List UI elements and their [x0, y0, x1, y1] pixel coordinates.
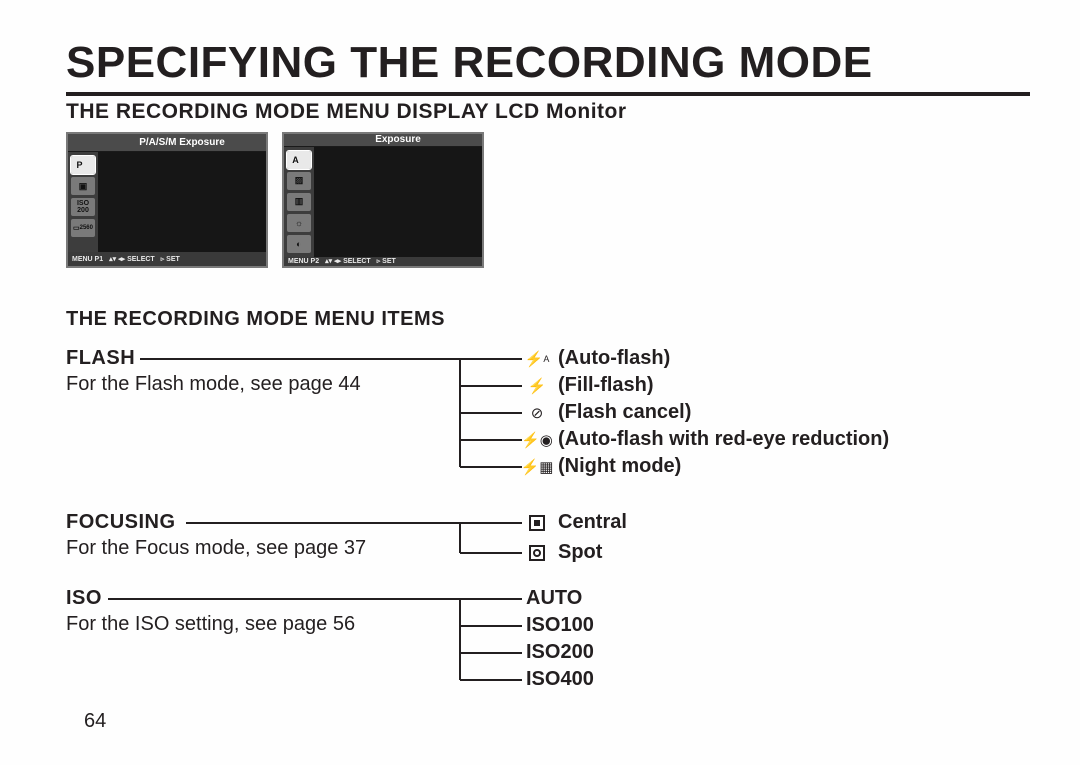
- menu-items-grid: FLASH For the Flash mode, see page 44 ⚡A…: [66, 347, 1030, 697]
- focusing-connector: [186, 523, 530, 563]
- flash-option-auto: ⚡A (Auto-flash): [526, 347, 670, 370]
- section-header-display: THE RECORDING MODE MENU DISPLAY LCD Moni…: [66, 100, 1030, 124]
- lcd2-title: Exposure: [284, 134, 482, 147]
- flash-option-night: ⚡▦ (Night mode): [526, 455, 681, 478]
- lcd2-sidebar: A ▨ ▥ ☼ ◐: [284, 147, 314, 257]
- lcd-row: P/A/S/M Exposure P ▣ ISO200 ▭2560 MENU P…: [66, 132, 1030, 268]
- lcd2-footer: MENU P2 ▴▾ ◂▸ SELECT ▹ SET: [284, 257, 482, 266]
- flash-night-icon: ⚡▦: [526, 457, 548, 477]
- lcd2-bright-icon: ☼: [287, 214, 311, 232]
- focus-spot-icon: [526, 543, 548, 563]
- lcd2-contrast-icon: ◐: [287, 235, 311, 253]
- flash-option-cancel: ⊘ (Flash cancel): [526, 401, 691, 424]
- flash-label: FLASH: [66, 347, 135, 370]
- lcd1-focus-icon: ▣: [71, 177, 95, 195]
- focus-option-central: Central: [526, 511, 627, 534]
- flash-option-fill: ⚡ (Fill-flash): [526, 374, 654, 397]
- lcd1-footer: MENU P1 ▴▾ ◂▸ SELECT ▹ SET: [68, 252, 266, 266]
- flash-auto-icon: ⚡A: [526, 349, 548, 369]
- lcd-panel-1: P/A/S/M Exposure P ▣ ISO200 ▭2560 MENU P…: [66, 132, 268, 268]
- flash-option-redeye: ⚡◉ (Auto-flash with red-eye reduction): [526, 428, 889, 451]
- iso-option-auto: AUTO: [526, 587, 582, 610]
- lcd1-sidebar: P ▣ ISO200 ▭2560: [68, 152, 98, 252]
- flash-fill-icon: ⚡: [526, 376, 548, 396]
- iso-option-200: ISO200: [526, 641, 594, 664]
- section-header-items: THE RECORDING MODE MENU ITEMS: [66, 308, 1030, 331]
- flash-connector: [140, 359, 530, 479]
- iso-label: ISO: [66, 587, 102, 610]
- page-number: 64: [84, 710, 106, 733]
- focusing-label: FOCUSING: [66, 511, 176, 534]
- page-title: SPECIFYING THE RECORDING MODE: [66, 38, 1030, 88]
- title-rule: [66, 92, 1030, 96]
- focus-central-icon: [526, 513, 548, 533]
- lcd1-main: [98, 152, 266, 252]
- iso-option-100: ISO100: [526, 614, 594, 637]
- lcd2-sharp-icon: ▥: [287, 193, 311, 211]
- flash-cancel-icon: ⊘: [526, 403, 548, 423]
- flash-redeye-icon: ⚡◉: [526, 430, 548, 450]
- iso-option-400: ISO400: [526, 668, 594, 691]
- lcd1-iso-icon: ISO200: [71, 198, 95, 216]
- chevron-right-icon: [301, 156, 306, 164]
- lcd1-mode-icon: P: [71, 156, 95, 174]
- lcd1-size-icon: ▭2560: [71, 219, 95, 237]
- iso-connector: [108, 599, 530, 689]
- lcd2-mode-icon: A: [287, 151, 311, 169]
- lcd2-main: [314, 147, 482, 257]
- chevron-right-icon: [85, 161, 90, 169]
- focus-option-spot: Spot: [526, 541, 602, 564]
- lcd2-wb-icon: ▨: [287, 172, 311, 190]
- lcd1-title: P/A/S/M Exposure: [68, 134, 266, 152]
- lcd-panel-2: Exposure A ▨ ▥ ☼ ◐ MENU P2 ▴▾ ◂▸ SELECT …: [282, 132, 484, 268]
